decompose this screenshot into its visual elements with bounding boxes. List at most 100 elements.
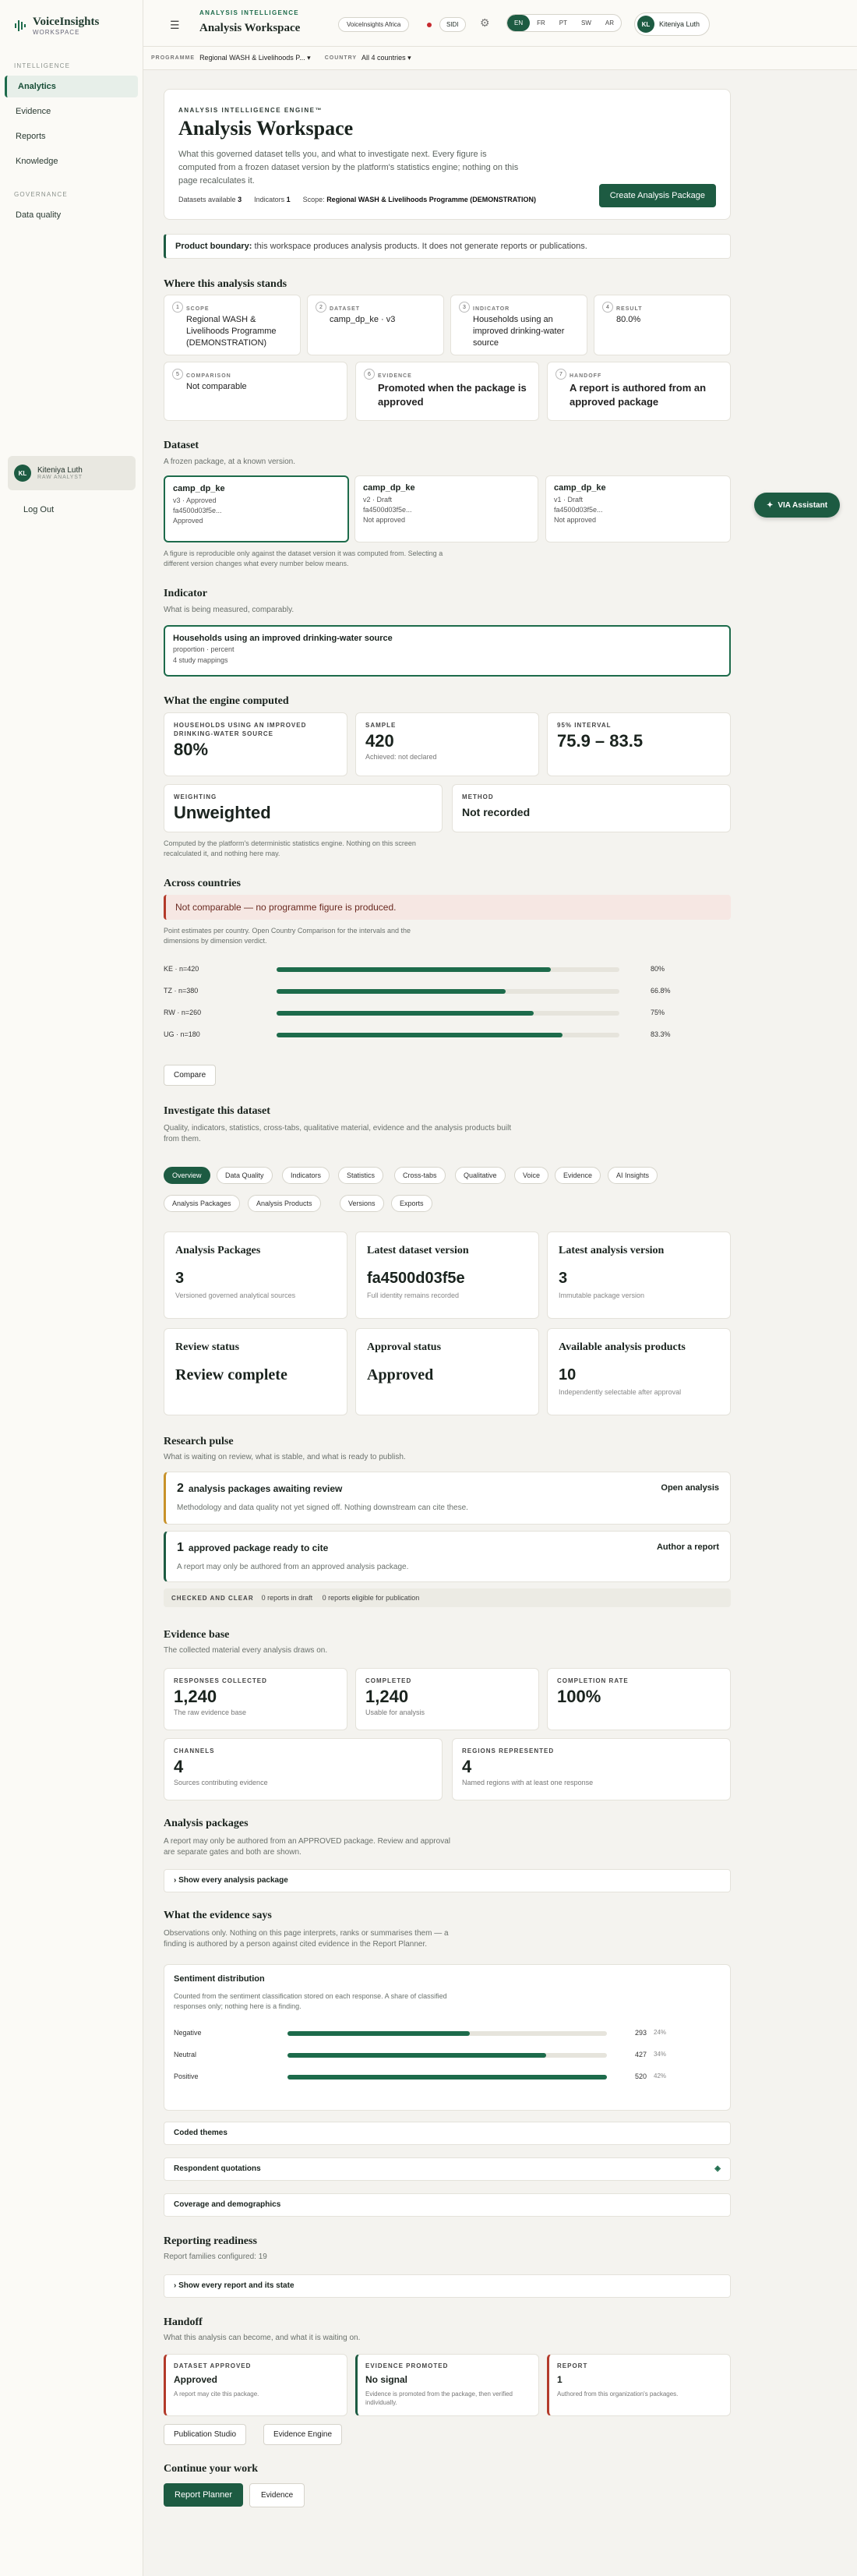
kpi-title: Approval status <box>367 1341 442 1353</box>
stat-card: REGIONS REPRESENTED 4 Named regions with a… <box>452 1738 731 1800</box>
sidi-badge[interactable]: SIDI <box>439 17 466 32</box>
boundary-text: this workspace produces analysis product… <box>252 242 587 251</box>
compare-button[interactable]: Compare <box>164 1065 217 1086</box>
via-assistant-button[interactable]: ✦ VIA Assistant <box>754 493 840 518</box>
sentiment-row: Positive 520 42% <box>174 2072 719 2082</box>
tab-exports[interactable]: Exports <box>391 1195 432 1212</box>
logo[interactable]: VoiceInsights WORKSPACE <box>0 0 143 50</box>
tab-ai-insights[interactable]: AI Insights <box>608 1167 658 1184</box>
indicator-type: proportion · percent <box>173 645 235 653</box>
respondent-quotations-section[interactable]: Respondent quotations ◈ <box>164 2157 731 2181</box>
sidebar-item-reports[interactable]: Reports <box>5 125 138 147</box>
bar-track <box>277 989 619 994</box>
stat-value: Unweighted <box>174 803 271 822</box>
tab-voice[interactable]: Voice <box>514 1167 549 1184</box>
sidebar-item-knowledge[interactable]: Knowledge <box>5 150 138 172</box>
tab-statistics[interactable]: Statistics <box>338 1167 384 1184</box>
bar-track <box>277 967 619 972</box>
tab-indicators[interactable]: Indicators <box>282 1167 330 1184</box>
dataset-version: v3 · Approved <box>173 496 217 504</box>
toggle-label: Show every analysis package <box>178 1876 288 1885</box>
bar-track <box>277 1033 619 1037</box>
create-analysis-package-button[interactable]: Create Analysis Package <box>598 184 716 207</box>
section-title: Where this analysis stands <box>164 278 287 290</box>
kpi-title: Available analysis products <box>559 1341 686 1353</box>
programme-select[interactable]: Regional WASH & Livelihoods P... ▾ <box>199 54 311 62</box>
dataset-card[interactable]: camp_dp_ke v1 · Draft fa4500d03f5e... Not a… <box>545 475 731 542</box>
coded-themes-section[interactable]: Coded themes <box>164 2122 731 2145</box>
section-subtitle: What is being measured, comparably. <box>164 606 294 614</box>
author-report-link[interactable]: Author a report <box>657 1542 719 1552</box>
tab-versions[interactable]: Versions <box>340 1195 384 1212</box>
tab-analysis-packages[interactable]: Analysis Packages <box>164 1195 240 1212</box>
step-card: 7 HANDOFF A report is authored from an app… <box>547 362 731 421</box>
avatar: KL <box>14 465 31 482</box>
kpi-sub: Versioned governed analytical sources <box>175 1292 296 1299</box>
tenant-selector[interactable]: VoiceInsights Africa <box>338 17 410 32</box>
stat-value: 100% <box>557 1687 601 1706</box>
lang-pt[interactable]: PT <box>552 15 574 31</box>
stat-value: 4 <box>462 1757 472 1776</box>
step-number: 7 <box>555 369 566 380</box>
kpi-card: Approval status Approved <box>355 1328 539 1415</box>
dataset-name: camp_dp_ke <box>554 483 606 493</box>
indicator-card[interactable]: Households using an improved drinking-wa… <box>164 625 731 677</box>
country-bar-row: KE · n=420 80% <box>164 965 670 974</box>
chevron-right-icon: › <box>174 2281 177 2290</box>
open-analysis-link[interactable]: Open analysis <box>661 1483 719 1493</box>
menu-icon[interactable]: ☰ <box>170 19 180 32</box>
show-reports-toggle[interactable]: › Show every report and its state <box>164 2274 731 2298</box>
handoff-card: EVIDENCE PROMOTED No signal Evidence is pr… <box>355 2354 539 2416</box>
countries-note: Point estimates per country. Open Countr… <box>164 927 411 945</box>
gear-icon[interactable]: ⚙ <box>480 16 490 30</box>
tab-data-quality[interactable]: Data Quality <box>217 1167 273 1184</box>
hero-eyebrow: ANALYSIS INTELLIGENCE ENGINE™ <box>178 107 323 114</box>
step-label: EVIDENCE <box>378 373 412 379</box>
lang-ar[interactable]: AR <box>598 15 621 31</box>
status-dot-icon <box>427 23 432 27</box>
pulse-heading: 2 analysis packages awaiting review <box>177 1482 719 1496</box>
dataset-card[interactable]: camp_dp_ke v2 · Draft fa4500d03f5e... Not a… <box>354 475 538 542</box>
lang-en[interactable]: EN <box>507 15 531 31</box>
tab-evidence[interactable]: Evidence <box>555 1167 601 1184</box>
lang-fr[interactable]: FR <box>530 15 552 31</box>
country-bar-row: UG · n=180 83.3% <box>164 1030 671 1040</box>
sidebar-item-analytics[interactable]: Analytics <box>5 76 138 97</box>
tab-overview[interactable]: Overview <box>164 1167 210 1184</box>
tab-cross-tabs[interactable]: Cross-tabs <box>394 1167 446 1184</box>
evidence-button[interactable]: Evidence <box>249 2483 305 2507</box>
tab-qualitative[interactable]: Qualitative <box>455 1167 506 1184</box>
step-card: 1 SCOPE Regional WASH & Livelihoods Progra… <box>164 295 301 355</box>
show-packages-toggle[interactable]: › Show every analysis package <box>164 1869 731 1892</box>
report-planner-button[interactable]: Report Planner <box>164 2483 243 2507</box>
bar-fill <box>287 2031 471 2036</box>
app-sub: WORKSPACE <box>33 29 80 36</box>
user-menu[interactable]: KL Kiteniya Luth <box>634 12 711 36</box>
bar-fill <box>277 1033 563 1037</box>
sentiment-text: Counted from the sentiment classificatio… <box>174 1992 447 2010</box>
indicator-name: Households using an improved drinking-wa… <box>173 634 393 643</box>
handoff-label: EVIDENCE PROMOTED <box>365 2362 449 2369</box>
lang-sw[interactable]: SW <box>574 15 598 31</box>
publication-studio-button[interactable]: Publication Studio <box>164 2424 247 2445</box>
sidebar-item-evidence[interactable]: Evidence <box>5 101 138 122</box>
evidence-engine-button[interactable]: Evidence Engine <box>263 2424 343 2445</box>
coverage-demographics-section[interactable]: Coverage and demographics <box>164 2193 731 2217</box>
dataset-card[interactable]: camp_dp_ke v3 · Approved fa4500d03f5e... Ap… <box>164 475 349 542</box>
sidebar-item-data-quality[interactable]: Data quality <box>5 204 138 226</box>
bar-track <box>287 2031 607 2036</box>
pulse-heading: 1 approved package ready to cite <box>177 1541 719 1555</box>
stat-label: SAMPLE <box>365 722 397 729</box>
kpi-card: Latest dataset version fa4500d03f5e Full i… <box>355 1231 539 1319</box>
user-role: RAW ANALYST <box>37 475 83 480</box>
voice-waves-icon <box>15 20 26 31</box>
logout-link[interactable]: Log Out <box>23 505 54 514</box>
sidebar-user-card[interactable]: KL Kiteniya Luth RAW ANALYST <box>8 456 136 490</box>
stat-label: HOUSEHOLDS USING AN IMPROVED DRINKING-WA… <box>174 722 307 737</box>
stat-label: COMPLETED <box>365 1677 412 1684</box>
indicators-label: Indicators <box>254 196 285 203</box>
step-value: Regional WASH & Livelihoods Programme (D… <box>186 315 277 348</box>
language-switcher: EN FR PT SW AR <box>506 14 622 32</box>
country-select[interactable]: All 4 countries ▾ <box>361 54 411 62</box>
tab-analysis-products[interactable]: Analysis Products <box>248 1195 321 1212</box>
